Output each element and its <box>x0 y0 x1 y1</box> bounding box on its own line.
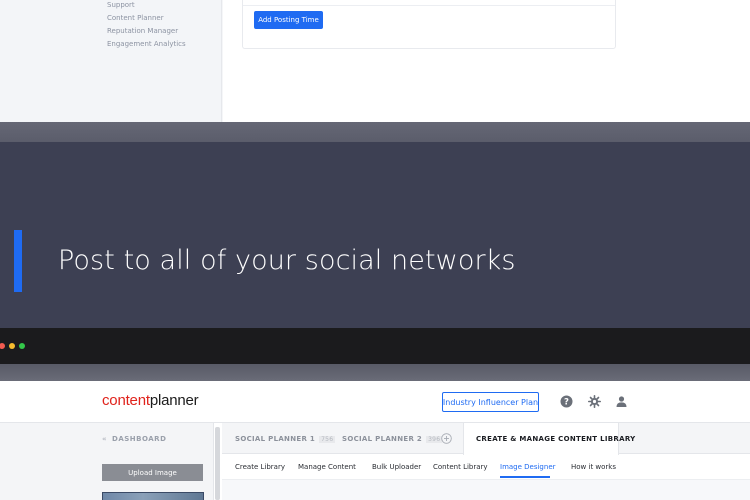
gear-icon[interactable] <box>588 395 601 408</box>
sidebar-link-content-planner[interactable]: Content Planner <box>107 14 164 22</box>
sidebar-link-engagement-analytics[interactable]: Engagement Analytics <box>107 40 186 48</box>
active-subnav-underline <box>500 476 550 478</box>
banner-accent-bar <box>14 230 22 292</box>
content-planner-logo[interactable]: contentplanner <box>102 392 199 409</box>
subnav-image-designer[interactable]: Image Designer <box>500 463 556 471</box>
subnav-content-library[interactable]: Content Library <box>433 463 488 471</box>
top-screenshot-fragment: Support Content Planner Reputation Manag… <box>0 0 750 122</box>
top-sidebar: Support Content Planner Reputation Manag… <box>0 0 222 122</box>
app-header: contentplanner Industry Influencer Plan … <box>0 381 750 423</box>
subnav-how-it-works[interactable]: How it works <box>571 463 616 471</box>
maximize-dot[interactable] <box>19 343 25 349</box>
tab-social-planner-2[interactable]: SOCIAL PLANNER 2 396 <box>342 435 443 443</box>
sidebar-link-support[interactable]: Support <box>107 1 135 9</box>
industry-influencer-plan-button[interactable]: Industry Influencer Plan <box>442 392 539 412</box>
banner-title: Post to all of your social networks <box>58 245 516 276</box>
browser-gap <box>0 364 750 381</box>
add-tab-icon[interactable] <box>441 433 452 444</box>
tab-label: SOCIAL PLANNER 2 <box>342 435 423 443</box>
user-icon[interactable] <box>615 395 628 408</box>
subnav-create-library[interactable]: Create Library <box>235 463 285 471</box>
browser-title-bar <box>0 328 750 364</box>
svg-text:?: ? <box>564 398 569 408</box>
sidebar-scrollbar[interactable] <box>215 427 220 500</box>
app-sidebar: « DASHBOARD Upload Image <box>0 423 214 500</box>
sidebar-link-reputation-manager[interactable]: Reputation Manager <box>107 27 178 35</box>
minimize-dot[interactable] <box>9 343 15 349</box>
logo-part-planner: planner <box>149 392 199 409</box>
add-posting-time-button[interactable]: Add Posting Time <box>254 11 323 29</box>
subnav-manage-content[interactable]: Manage Content <box>298 463 356 471</box>
planner-tabbar: SOCIAL PLANNER 1 756 SOCIAL PLANNER 2 396 … <box>222 423 750 455</box>
top-main-panel: Add Posting Time <box>223 0 750 122</box>
image-thumbnail[interactable] <box>102 492 204 500</box>
tab-label: CREATE & MANAGE CONTENT LIBRARY <box>476 435 636 443</box>
dashboard-label: DASHBOARD <box>112 435 167 443</box>
close-dot[interactable] <box>0 343 5 349</box>
tab-create-manage-content-library[interactable]: CREATE & MANAGE CONTENT LIBRARY <box>463 423 635 455</box>
posting-time-card: Add Posting Time <box>242 0 616 49</box>
tab-label: SOCIAL PLANNER 1 <box>235 435 316 443</box>
logo-part-content: content <box>102 392 150 409</box>
banner-top-band <box>0 122 750 142</box>
dashboard-link[interactable]: « DASHBOARD <box>102 435 166 443</box>
designer-content-area <box>222 479 750 500</box>
content-planner-app: contentplanner Industry Influencer Plan … <box>0 381 750 500</box>
tab-social-planner-1[interactable]: SOCIAL PLANNER 1 756 <box>235 435 336 443</box>
feature-banner: Post to all of your social networks <box>0 142 750 328</box>
subnav-bulk-uploader[interactable]: Bulk Uploader <box>372 463 421 471</box>
library-subnav: Create Library Manage Content Bulk Uploa… <box>222 455 750 479</box>
card-divider <box>243 5 615 6</box>
upload-image-button[interactable]: Upload Image <box>102 464 203 481</box>
help-icon[interactable]: ? <box>560 395 573 408</box>
tab-count-badge: 396 <box>426 436 443 443</box>
tab-count-badge: 756 <box>319 436 336 443</box>
chevron-left-double-icon: « <box>102 435 108 443</box>
